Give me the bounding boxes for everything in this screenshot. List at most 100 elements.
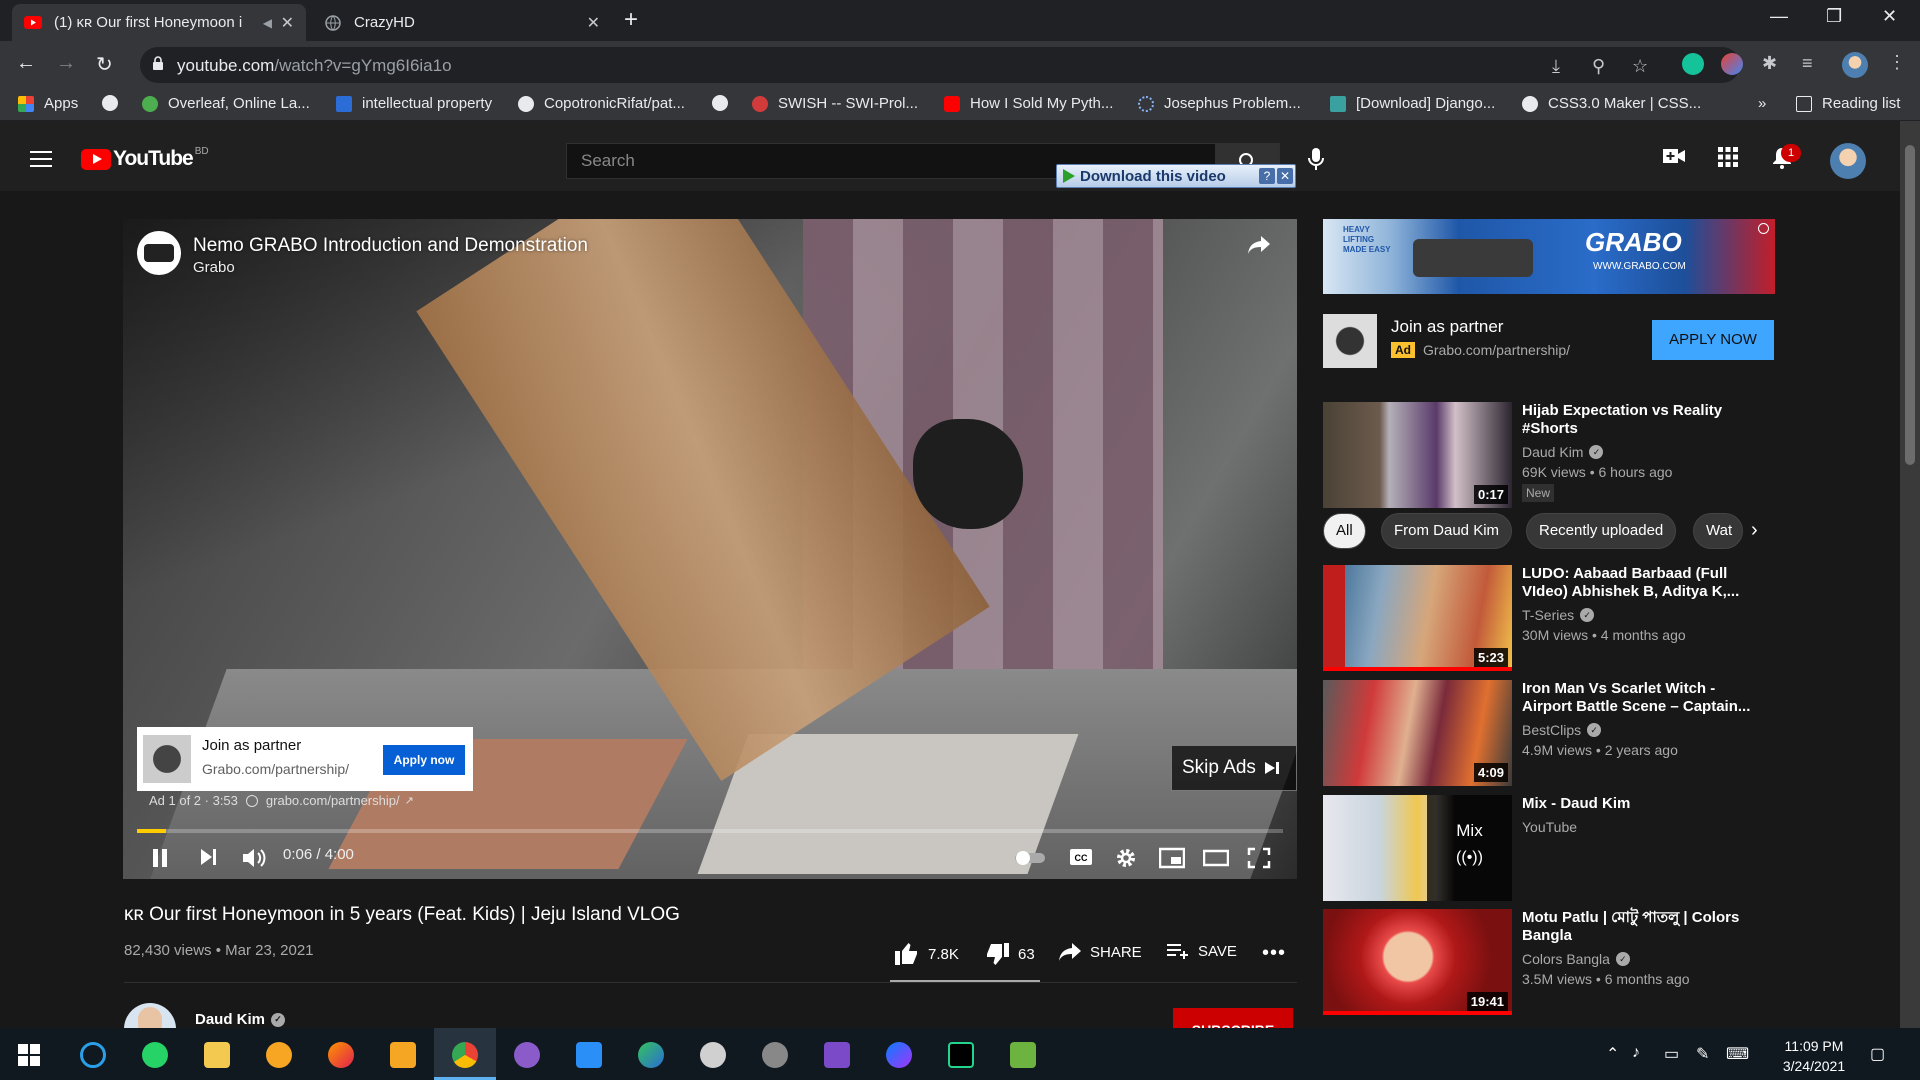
extension-icon[interactable] (1721, 53, 1743, 75)
apply-now-button[interactable]: APPLY NOW (1652, 320, 1774, 360)
bookmark-intellectual-property[interactable]: intellectual property (336, 95, 492, 112)
video-title[interactable]: Iron Man Vs Scarlet Witch - Airport Batt… (1522, 680, 1752, 716)
video-thumbnail[interactable]: 0:17 (1323, 402, 1512, 508)
fullscreen-icon[interactable] (1247, 847, 1271, 869)
system-clock[interactable]: 11:09 PM 3/24/2021 (1772, 1036, 1856, 1076)
keyboard-icon[interactable]: ⌨ (1726, 1044, 1749, 1064)
video-player[interactable]: Nemo GRABO Introduction and Demonstratio… (123, 219, 1297, 879)
tab-close-icon[interactable]: ✕ (587, 13, 600, 33)
bookmark-star-icon[interactable]: ☆ (1632, 56, 1648, 77)
app-icon[interactable] (700, 1042, 726, 1068)
player-video-title[interactable]: Nemo GRABO Introduction and Demonstratio… (193, 235, 588, 257)
close-widget-icon[interactable]: ✕ (1277, 168, 1293, 184)
github-desktop-icon[interactable] (514, 1042, 540, 1068)
pycharm-icon[interactable] (948, 1042, 974, 1068)
sublime-icon[interactable] (390, 1042, 416, 1068)
visual-studio-icon[interactable] (824, 1042, 850, 1068)
recommended-video[interactable]: 4:09 Iron Man Vs Scarlet Witch - Airport… (1323, 680, 1783, 786)
reload-icon[interactable]: ↻ (96, 52, 113, 77)
install-app-icon[interactable]: ⤓ (1552, 56, 1560, 77)
app-icon[interactable] (762, 1042, 788, 1068)
miniplayer-icon[interactable] (1159, 847, 1185, 869)
channel-name[interactable]: Daud Kim ✓ (1522, 444, 1604, 460)
like-button[interactable]: 7.8K (894, 942, 959, 966)
channel-name[interactable]: YouTube (1522, 819, 1577, 835)
help-icon[interactable]: ? (1259, 168, 1275, 184)
chrome-icon[interactable] (452, 1042, 478, 1068)
save-button[interactable]: SAVE (1166, 942, 1237, 960)
create-video-icon[interactable] (1662, 147, 1686, 165)
messenger-icon[interactable] (886, 1042, 912, 1068)
restore-icon[interactable]: ❐ (1826, 6, 1842, 27)
skip-ads-button[interactable]: Skip Ads (1171, 745, 1297, 791)
settings-gear-icon[interactable] (1115, 847, 1137, 869)
ad-info-icon[interactable] (1758, 223, 1769, 234)
apps-grid-icon[interactable] (1718, 147, 1738, 167)
youtube-logo[interactable]: YouTube BD (81, 146, 209, 171)
app-icon[interactable] (638, 1042, 664, 1068)
media-control-icon[interactable]: ≡ (1802, 53, 1813, 74)
bookmark-overleaf[interactable]: Overleaf, Online La... (142, 95, 310, 112)
vscode-icon[interactable] (576, 1042, 602, 1068)
bookmark-django[interactable]: [Download] Django... (1330, 95, 1495, 112)
channel-logo[interactable] (137, 231, 181, 275)
microphone-icon[interactable] (1306, 147, 1326, 171)
share-arrow-icon[interactable] (1247, 235, 1271, 255)
bookmark-globe[interactable] (102, 95, 128, 111)
progress-bar[interactable] (137, 829, 1283, 833)
scrollbar-thumb[interactable] (1905, 145, 1915, 465)
bookmark-swish[interactable]: SWISH -- SWI-Prol... (752, 95, 918, 112)
video-title[interactable]: Motu Patlu | মোটু পাতলু | Colors Bangla (1522, 909, 1752, 945)
bookmark-apps[interactable]: Apps (18, 95, 78, 112)
bookmark-josephus[interactable]: Josephus Problem... (1138, 95, 1301, 112)
profile-avatar[interactable] (1842, 52, 1868, 78)
chip-from-channel[interactable]: From Daud Kim (1381, 513, 1513, 549)
tab-youtube[interactable]: (1) ᴋʀ Our first Honeymoon i ◀︎ ✕ (12, 4, 306, 41)
mix-thumbnail[interactable]: Mix ((•)) (1323, 795, 1512, 901)
share-button[interactable]: SHARE (1058, 942, 1142, 962)
volume-icon[interactable] (241, 847, 267, 869)
video-title[interactable]: LUDO: Aabaad Barbaad (Full VIdeo) Abhish… (1522, 565, 1752, 601)
reading-list-button[interactable]: Reading list (1796, 95, 1900, 112)
theater-mode-icon[interactable] (1203, 847, 1229, 869)
partner-ad-thumbnail[interactable] (1323, 314, 1377, 368)
zoom-icon[interactable]: ⚲ (1592, 56, 1605, 77)
video-thumbnail[interactable]: 19:41 (1323, 909, 1512, 1015)
account-avatar[interactable] (1830, 143, 1866, 179)
video-title[interactable]: Hijab Expectation vs Reality #Shorts (1522, 402, 1752, 438)
tab-close-icon[interactable]: ✕ (281, 13, 294, 33)
tab-crazyhd[interactable]: CrazyHD ✕ (312, 4, 612, 41)
download-video-widget[interactable]: Download this video ? ✕ (1056, 164, 1296, 188)
network-icon[interactable]: ▭ (1664, 1044, 1679, 1064)
ad-info-icon[interactable] (245, 794, 258, 807)
file-explorer-icon[interactable] (204, 1042, 230, 1068)
window-close-icon[interactable]: ✕ (1882, 6, 1897, 27)
channel-name[interactable]: Daud Kim ✓ (195, 1011, 286, 1028)
menu-hamburger-icon[interactable] (30, 151, 52, 172)
next-video-icon[interactable] (199, 847, 217, 867)
recommended-video[interactable]: 5:23 LUDO: Aabaad Barbaad (Full VIdeo) A… (1323, 565, 1783, 671)
ad-link[interactable]: grabo.com/partnership/ (266, 793, 400, 808)
volume-tray-icon[interactable]: ♪ (1632, 1044, 1640, 1062)
player-channel-name[interactable]: Grabo (193, 259, 235, 276)
pause-icon[interactable] (151, 847, 169, 869)
forward-arrow-icon[interactable]: → (56, 52, 76, 75)
video-thumbnail[interactable]: 4:09 (1323, 680, 1512, 786)
captions-icon[interactable]: CC (1069, 847, 1093, 867)
autoplay-toggle-icon[interactable] (1015, 851, 1045, 865)
vpn-app-icon[interactable] (266, 1042, 292, 1068)
partner-title[interactable]: Join as partner (1391, 317, 1503, 337)
pen-icon[interactable]: ✎ (1696, 1044, 1709, 1064)
chip-watched[interactable]: Wat (1693, 513, 1743, 549)
apply-now-button[interactable]: Apply now (383, 745, 465, 775)
bookmark-github[interactable]: CopotronicRifat/pat... (518, 95, 685, 112)
ad-overlay-card[interactable]: Join as partner Grabo.com/partnership/ A… (137, 727, 473, 791)
extensions-puzzle-icon[interactable]: ✱ (1762, 53, 1777, 74)
bookmark-css-maker[interactable]: CSS3.0 Maker | CSS... (1522, 95, 1701, 112)
channel-name[interactable]: T-Series ✓ (1522, 607, 1595, 623)
chevron-right-icon[interactable]: › (1751, 519, 1758, 542)
tab-audio-icon[interactable]: ◀︎ (263, 16, 272, 30)
dislike-button[interactable]: 63 (984, 942, 1035, 966)
tray-chevron-icon[interactable]: ⌃ (1606, 1044, 1619, 1064)
cortana-icon[interactable] (80, 1042, 106, 1068)
